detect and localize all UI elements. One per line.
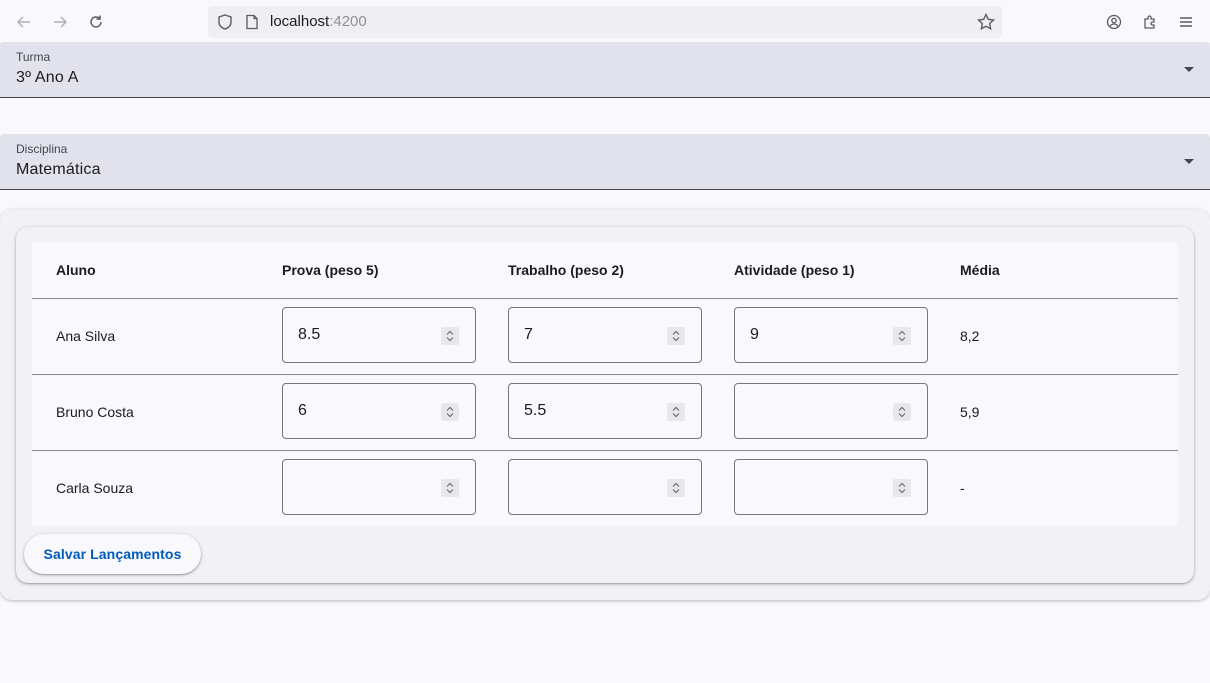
url-port: :4200 [329, 13, 367, 30]
spinner-icon[interactable] [667, 327, 685, 345]
trabalho-input[interactable]: 5.5 [508, 383, 702, 439]
prova-input[interactable]: 8.5 [282, 307, 476, 363]
spinner-icon[interactable] [441, 327, 459, 345]
student-name: Ana Silva [32, 298, 282, 375]
trabalho-cell: 7 [508, 298, 734, 375]
dropdown-arrow-icon[interactable] [1184, 67, 1194, 72]
spinner-icon[interactable] [441, 479, 459, 498]
disciplina-select[interactable]: Disciplina Matemática [0, 134, 1210, 190]
save-button[interactable]: Salvar Lançamentos [24, 534, 201, 574]
menu-icon[interactable] [1171, 7, 1201, 37]
media-value: 5,9 [960, 374, 1178, 451]
spinner-icon[interactable] [893, 327, 911, 345]
spinner-icon[interactable] [893, 479, 911, 498]
header-atividade: Atividade (peso 1) [734, 242, 960, 299]
page-icon[interactable] [244, 14, 260, 30]
trabalho-value: 7 [524, 326, 533, 343]
media-value: - [960, 480, 965, 497]
spinner-icon[interactable] [441, 403, 459, 421]
url-bar[interactable]: localhost:4200 [208, 6, 1002, 38]
forward-icon[interactable] [45, 7, 75, 37]
back-icon[interactable] [9, 7, 39, 37]
grades-table: Aluno Prova (peso 5) Trabalho (peso 2) A… [32, 242, 1178, 526]
header-prova: Prova (peso 5) [282, 242, 508, 299]
browser-toolbar: localhost:4200 [0, 0, 1210, 44]
spinner-icon[interactable] [667, 479, 685, 498]
table-row: Ana Silva 8.5 7 9 8,2 [32, 298, 1178, 375]
student-name: Carla Souza [56, 480, 134, 497]
prova-cell: 8.5 [282, 298, 508, 375]
student-name: Bruno Costa [32, 374, 282, 451]
header-aluno: Aluno [32, 242, 282, 299]
spinner-icon[interactable] [667, 403, 685, 421]
account-icon[interactable] [1099, 7, 1129, 37]
url-host: localhost [270, 13, 330, 30]
atividade-input[interactable]: 9 [734, 307, 928, 363]
prova-cell: 6 [282, 374, 508, 451]
shield-icon[interactable] [216, 13, 234, 31]
table-row: Carla Souza - [32, 450, 1178, 526]
turma-label: Turma [16, 50, 51, 64]
spinner-icon[interactable] [893, 403, 911, 421]
grades-card: Aluno Prova (peso 5) Trabalho (peso 2) A… [16, 227, 1194, 583]
trabalho-cell: 5.5 [508, 374, 734, 451]
dropdown-arrow-icon[interactable] [1184, 159, 1194, 164]
prova-input[interactable]: 6 [282, 383, 476, 439]
table-header-row: Aluno Prova (peso 5) Trabalho (peso 2) A… [32, 242, 1178, 299]
atividade-cell [734, 450, 960, 526]
prova-input[interactable] [282, 459, 476, 516]
media-value: 8,2 [960, 298, 1178, 375]
grades-container: Aluno Prova (peso 5) Trabalho (peso 2) A… [0, 209, 1210, 600]
header-media: Média [960, 242, 1178, 299]
atividade-value: 9 [750, 326, 759, 343]
url-text[interactable]: localhost:4200 [270, 6, 367, 38]
atividade-cell: 9 [734, 298, 960, 375]
bookmark-star-icon[interactable] [976, 12, 996, 32]
prova-value: 8.5 [298, 326, 321, 343]
atividade-input[interactable] [734, 459, 928, 516]
prova-cell [282, 450, 508, 526]
disciplina-label: Disciplina [16, 142, 68, 156]
extensions-icon[interactable] [1135, 7, 1165, 37]
turma-value: 3º Ano A [16, 69, 79, 86]
reload-icon[interactable] [81, 7, 111, 37]
trabalho-input[interactable]: 7 [508, 307, 702, 363]
turma-select[interactable]: Turma 3º Ano A [0, 42, 1210, 98]
header-trabalho: Trabalho (peso 2) [508, 242, 734, 299]
table-row: Bruno Costa 6 5.5 5,9 [32, 374, 1178, 451]
atividade-input[interactable] [734, 383, 928, 439]
trabalho-input[interactable] [508, 459, 702, 516]
trabalho-cell [508, 450, 734, 526]
trabalho-value: 5.5 [524, 402, 547, 419]
atividade-cell [734, 374, 960, 451]
prova-value: 6 [298, 402, 307, 419]
disciplina-value: Matemática [16, 161, 101, 178]
